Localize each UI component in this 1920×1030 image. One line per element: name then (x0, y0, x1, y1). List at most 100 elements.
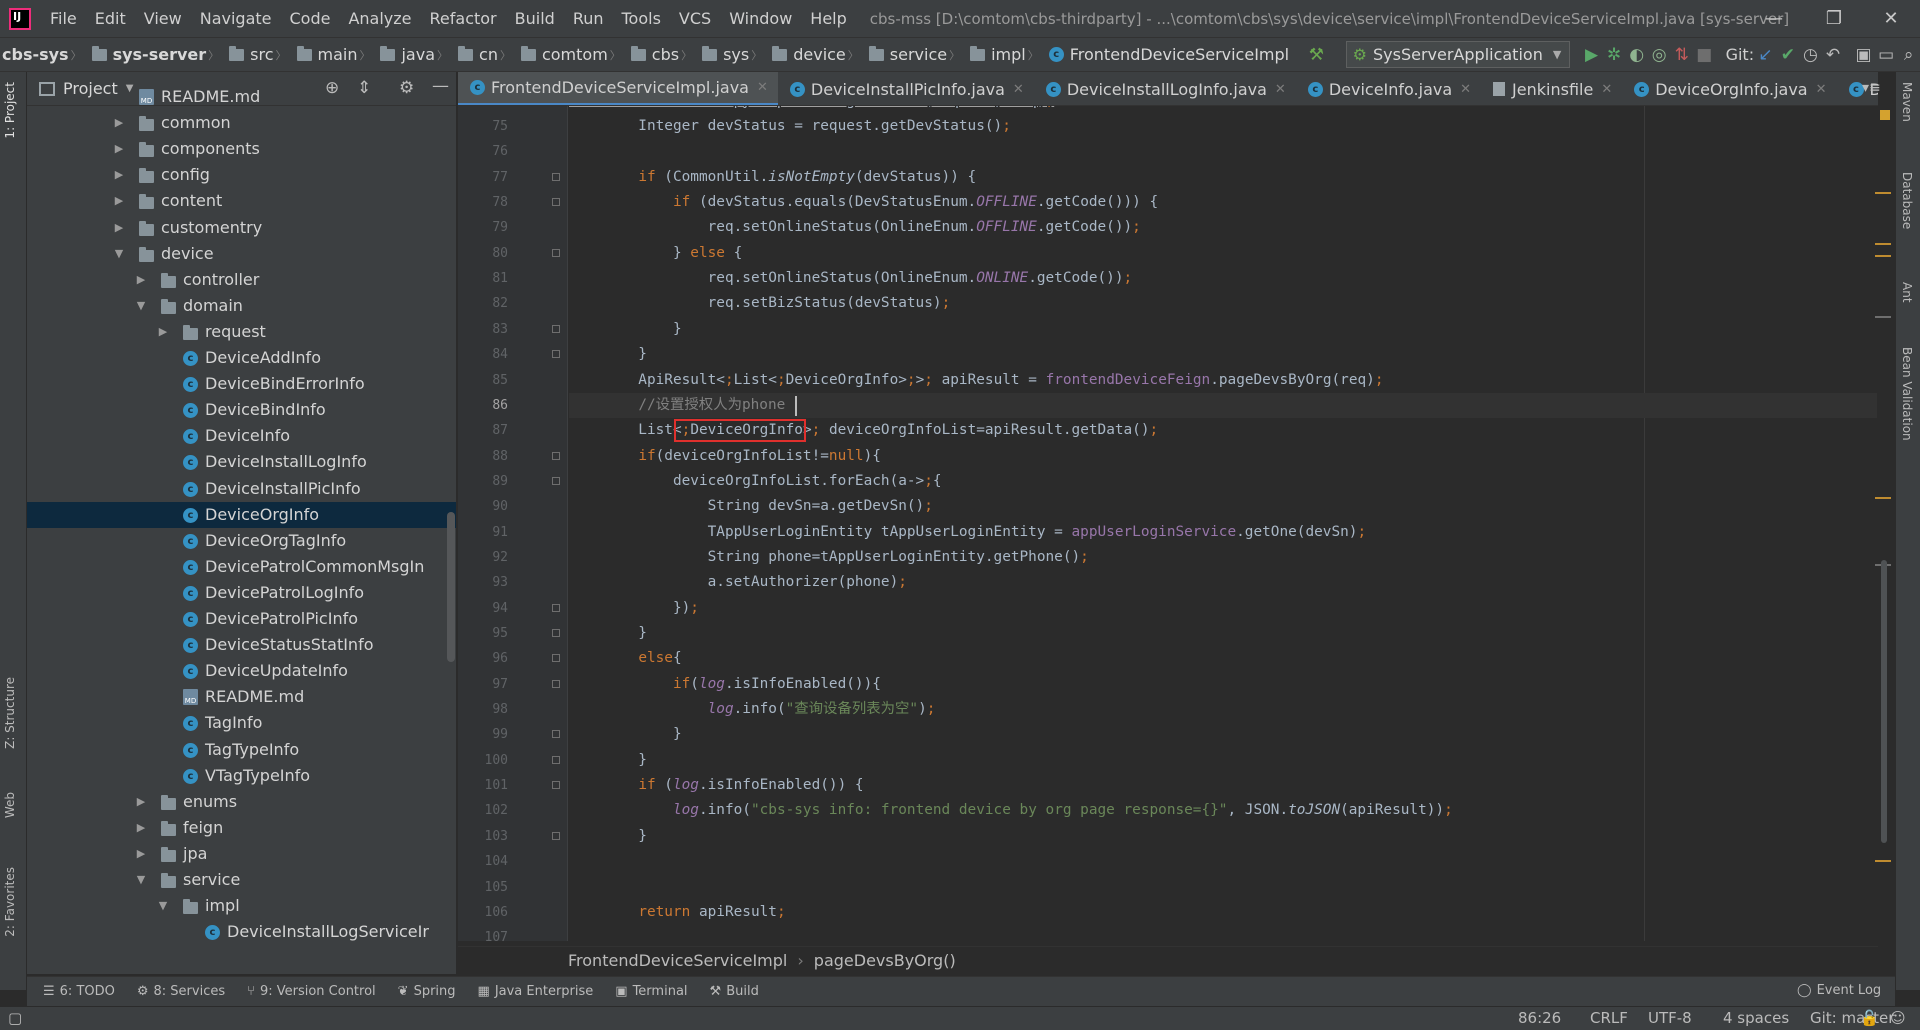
collapsed-arrow-icon[interactable]: ▶ (135, 815, 147, 841)
fold-marker-icon[interactable] (552, 730, 560, 739)
run-icon[interactable]: ▶ (1580, 45, 1603, 65)
breadcrumb-item[interactable]: sys-server 〉 (91, 45, 230, 64)
editor-tab[interactable]: c FrontendDeviceServiceImpl.java ✕ (458, 72, 778, 105)
tree-item[interactable]: c TagInfo (27, 710, 456, 736)
tree-item[interactable]: c DeviceInstallLogServiceIr (27, 919, 456, 945)
error-stripe-mark[interactable] (1875, 316, 1891, 318)
fold-marker-icon[interactable] (552, 831, 560, 840)
editor-tab[interactable]: c DeviceInfo.java ✕ (1296, 72, 1481, 105)
menu-file[interactable]: File (41, 0, 86, 37)
tab-maven[interactable]: Maven (1900, 82, 1914, 122)
menu-analyze[interactable]: Analyze (339, 0, 420, 37)
tree-item[interactable]: c DeviceAddInfo (27, 345, 456, 371)
tree-item[interactable]: c DeviceInstallLogInfo (27, 449, 456, 475)
restore-icon[interactable]: ❐ (1805, 0, 1863, 37)
breadcrumb-item[interactable]: main 〉 (296, 45, 381, 64)
fold-marker-icon[interactable] (552, 476, 560, 485)
editor-tab[interactable]: c DeviceInstallLogInfo.java ✕ (1034, 72, 1296, 105)
menu-navigate[interactable]: Navigate (191, 0, 281, 37)
git-rollback-icon[interactable]: ↶ (1822, 45, 1845, 65)
breadcrumb-item[interactable]: cbs-sys 〉 (2, 45, 92, 64)
tab-list-icon[interactable]: ▾≡ (1862, 80, 1881, 96)
tree-item[interactable]: MD README.md (27, 84, 456, 110)
error-stripe-mark[interactable] (1875, 243, 1891, 245)
breadcrumb-method[interactable]: pageDevsByOrg() (814, 951, 956, 970)
inspector-icon[interactable]: ☺ (1890, 1009, 1906, 1027)
fold-marker-icon[interactable] (552, 198, 560, 207)
tree-item[interactable]: ▶ config (27, 162, 456, 188)
tree-item[interactable]: c VTagTypeInfo (27, 763, 456, 789)
error-stripe-mark[interactable] (1875, 255, 1891, 257)
tree-item[interactable]: ▶ components (27, 136, 456, 162)
collapsed-arrow-icon[interactable]: ▶ (135, 841, 147, 867)
collapsed-arrow-icon[interactable]: ▶ (113, 188, 125, 214)
close-tab-icon[interactable]: ✕ (1275, 82, 1286, 97)
breadcrumb-item[interactable]: cn 〉 (458, 45, 521, 64)
tree-item[interactable]: c DeviceBindInfo (27, 397, 456, 423)
expanded-arrow-icon[interactable]: ▼ (135, 867, 147, 893)
tool-window-button[interactable]: ❦ Spring (398, 984, 456, 999)
tree-item[interactable]: ▶ feign (27, 815, 456, 841)
editor-tab[interactable]: c DeviceInstallPicInfo.java ✕ (778, 72, 1034, 105)
menu-build[interactable]: Build (506, 0, 564, 37)
breadcrumb-item[interactable]: sys 〉 (702, 45, 772, 64)
presentation-icon[interactable]: ▭ (1875, 45, 1898, 65)
fold-marker-icon[interactable] (552, 755, 560, 764)
tree-item[interactable]: c DeviceUpdateInfo (27, 658, 456, 684)
collapsed-arrow-icon[interactable]: ▶ (157, 319, 169, 345)
run-config-selector[interactable]: ⚙ SysServerApplication ▼ (1345, 41, 1571, 68)
tool-window-button[interactable]: ▦ Java Enterprise (478, 984, 594, 999)
editor-tab[interactable]: c DeviceOrgInfo.java ✕ (1622, 72, 1836, 105)
line-separator[interactable]: CRLF (1590, 1009, 1628, 1027)
fold-marker-icon[interactable] (552, 248, 560, 257)
error-stripe-mark[interactable] (1875, 497, 1891, 499)
tab-ant[interactable]: Ant (1900, 282, 1914, 303)
git-history-icon[interactable]: ◷ (1799, 45, 1822, 65)
lock-icon[interactable]: 🔓 (1860, 1009, 1879, 1027)
menu-run[interactable]: Run (564, 0, 613, 37)
toggle-tool-windows-icon[interactable]: ▢ (8, 1009, 22, 1027)
tree-item[interactable]: c DevicePatrolPicInfo (27, 606, 456, 632)
tree-item[interactable]: ▶ enums (27, 789, 456, 815)
expanded-arrow-icon[interactable]: ▼ (113, 241, 125, 267)
code-editor[interactable]: BeanUtil.copyPropertiesIgnoreNull(reques… (569, 106, 1877, 941)
tree-item[interactable]: ▼ device (27, 241, 456, 267)
tool-window-button[interactable]: ⚙ 8: Services (137, 984, 225, 999)
tree-item[interactable]: ▶ common (27, 110, 456, 136)
breadcrumb-item[interactable]: java 〉 (380, 45, 458, 64)
tree-item[interactable]: c DevicePatrolCommonMsgIn (27, 554, 456, 580)
fold-marker-icon[interactable] (552, 781, 560, 790)
collapsed-arrow-icon[interactable]: ▶ (113, 215, 125, 241)
breadcrumb-item[interactable]: comtom 〉 (520, 45, 631, 64)
tree-item[interactable]: ▶ jpa (27, 841, 456, 867)
tree-item[interactable]: ▼ impl (27, 893, 456, 919)
breadcrumb-item[interactable]: service 〉 (868, 45, 970, 64)
project-scrollbar[interactable] (447, 512, 455, 662)
tree-item[interactable]: c DeviceBindErrorInfo (27, 371, 456, 397)
fold-marker-icon[interactable] (552, 350, 560, 359)
tree-item[interactable]: c TagTypeInfo (27, 737, 456, 763)
close-tab-icon[interactable]: ✕ (1013, 82, 1024, 97)
close-tab-icon[interactable]: ✕ (1601, 82, 1612, 97)
breadcrumb-item[interactable]: src 〉 (229, 45, 296, 64)
menu-view[interactable]: View (135, 0, 191, 37)
close-icon[interactable]: ✕ (1862, 0, 1920, 37)
tree-item[interactable]: c DeviceInstallPicInfo (27, 476, 456, 502)
expanded-arrow-icon[interactable]: ▼ (157, 893, 169, 919)
fold-marker-icon[interactable] (552, 654, 560, 663)
git-update-icon[interactable]: ↙ (1754, 45, 1777, 65)
tab-favorites[interactable]: 2: Favorites (3, 867, 17, 937)
tool-window-button[interactable]: ☰ 6: TODO (43, 984, 115, 999)
tab-project[interactable]: 1: Project (3, 82, 17, 139)
tree-item[interactable]: ▶ content (27, 188, 456, 214)
tool-window-button[interactable]: ⑂ 9: Version Control (247, 984, 376, 999)
tree-item[interactable]: ▼ domain (27, 293, 456, 319)
breadcrumb-item[interactable]: device 〉 (772, 45, 869, 64)
indent-setting[interactable]: 4 spaces (1723, 1009, 1789, 1027)
tree-item[interactable]: c DeviceStatusStatInfo (27, 632, 456, 658)
tree-item[interactable]: ▶ controller (27, 267, 456, 293)
profile-icon[interactable]: ◎ (1648, 45, 1671, 65)
breadcrumb-item[interactable]: cbs 〉 (630, 45, 702, 64)
tree-item[interactable]: c DeviceInfo (27, 423, 456, 449)
close-tab-icon[interactable]: ✕ (1816, 82, 1827, 97)
